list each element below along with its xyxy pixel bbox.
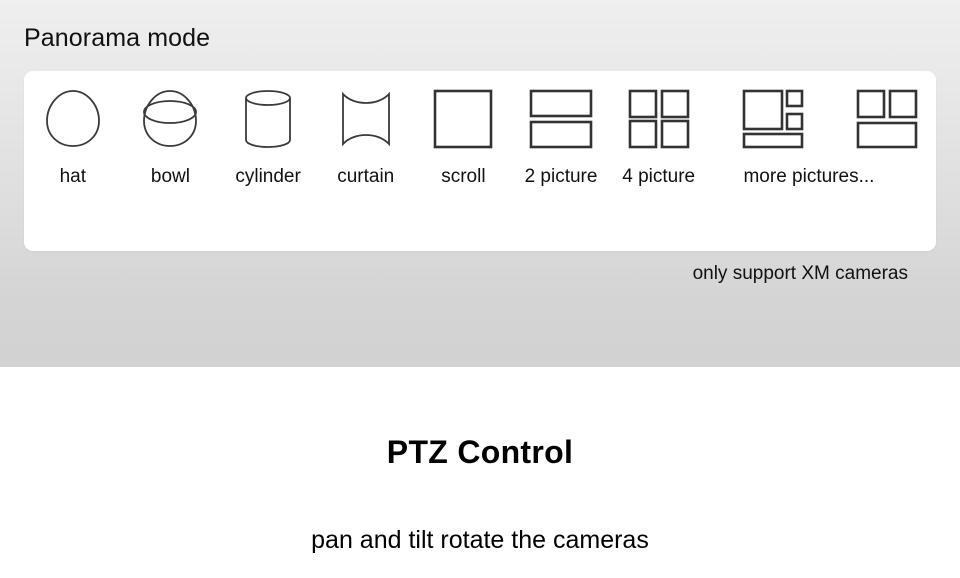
mode-label: more pictures... (743, 166, 875, 187)
screen-root: Panorama mode hat bowl cylinder curtain … (0, 0, 960, 578)
panorama-mode-card: hat bowl cylinder curtain scroll 2 pictu… (24, 71, 936, 251)
mode-option-cylinder[interactable]: cylinder (219, 71, 317, 251)
mode-label: 2 picture (524, 166, 598, 187)
mode-label: hat (59, 166, 87, 187)
scroll-icon (427, 83, 499, 155)
mode-option-bowl[interactable]: bowl (122, 71, 220, 251)
mode-label: scroll (441, 166, 486, 187)
mode-option-more-pictures-b[interactable] (838, 71, 936, 251)
mode-label: curtain (337, 166, 395, 187)
mode-option-more-pictures-a[interactable]: more pictures... (707, 71, 874, 251)
more-pictures-b-icon (851, 83, 923, 155)
more-pictures-a-icon (737, 83, 809, 155)
mode-label: bowl (150, 166, 190, 187)
bowl-icon (134, 83, 206, 155)
mode-label: 4 picture (622, 166, 696, 187)
four-picture-icon (623, 83, 695, 155)
hat-icon (37, 83, 109, 155)
panorama-section: Panorama mode hat bowl cylinder curtain … (0, 0, 960, 367)
panorama-mode-list: hat bowl cylinder curtain scroll 2 pictu… (24, 71, 936, 251)
curtain-icon (330, 83, 402, 155)
ptz-title: PTZ Control (386, 434, 574, 470)
page-title: Panorama mode (24, 24, 211, 52)
mode-option-hat[interactable]: hat (24, 71, 122, 251)
mode-option-4-picture[interactable]: 4 picture (610, 71, 708, 251)
mode-label: cylinder (235, 166, 301, 187)
support-note: only support XM cameras (692, 263, 908, 284)
ptz-subtitle: pan and tilt rotate the cameras (311, 526, 649, 554)
mode-option-2-picture[interactable]: 2 picture (512, 71, 610, 251)
ptz-section: PTZ Control pan and tilt rotate the came… (0, 367, 960, 578)
mode-option-curtain[interactable]: curtain (317, 71, 415, 251)
two-picture-icon (525, 83, 597, 155)
mode-option-scroll[interactable]: scroll (415, 71, 513, 251)
cylinder-icon (232, 83, 304, 155)
